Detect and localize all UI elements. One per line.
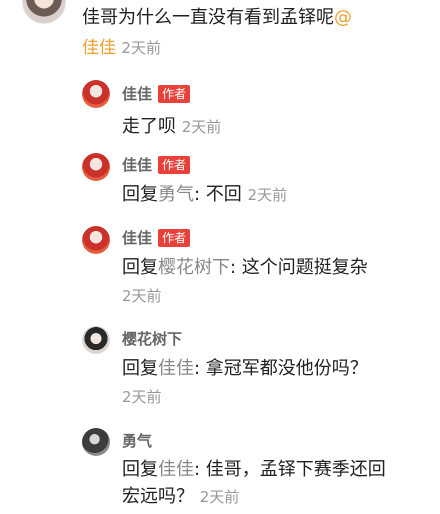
author-badge: 作者 — [158, 85, 191, 103]
author-avatar-icon[interactable] — [82, 226, 110, 254]
reply-body-continued: 宏远吗？ — [122, 486, 194, 507]
reply-body: 走了呗 — [122, 116, 176, 137]
reply-author-name[interactable]: 樱花树下 — [122, 328, 182, 349]
reply-text: 走了呗 2天前 — [122, 113, 221, 141]
reply-time: 2天前 — [247, 186, 288, 204]
reply-text: 回复佳佳: 佳哥，孟铎下赛季还回 — [122, 456, 386, 484]
reply-time: 2天前 — [122, 287, 162, 305]
reply-item[interactable]: 佳佳 作者 回复勇气: 不回 2天前 — [0, 153, 440, 213]
reply-text: 回复樱花树下: 这个问题挺复杂 — [122, 254, 368, 282]
reply-prefix: 回复 — [122, 257, 158, 278]
author-avatar-icon[interactable] — [82, 80, 110, 108]
top-comment-meta: 佳佳 2天前 — [82, 33, 161, 58]
reply-text-continued: 宏远吗？ 2天前 — [122, 483, 239, 511]
reply-target-user[interactable]: 佳佳 — [158, 358, 194, 379]
reply-item[interactable]: 佳佳 作者 回复樱花树下: 这个问题挺复杂 2天前 — [0, 226, 440, 306]
reply-body: : 拿冠军都没他份吗？ — [194, 358, 368, 379]
commenter-avatar[interactable] — [22, 0, 66, 24]
top-comment-text: 佳哥为什么一直没有看到孟铎呢@ — [82, 3, 352, 29]
reply-text: 回复勇气: 不回 2天前 — [122, 181, 287, 209]
reply-name-text: 佳佳 — [122, 156, 153, 174]
comment-time: 2天前 — [121, 39, 161, 57]
reply-author-name[interactable]: 佳佳 作者 — [122, 227, 191, 248]
author-badge: 作者 — [158, 156, 191, 174]
reply-author-name[interactable]: 佳佳 作者 — [122, 154, 191, 175]
reply-name-text: 佳佳 — [122, 229, 153, 247]
user-avatar-icon[interactable] — [82, 428, 110, 456]
top-comment[interactable]: 佳哥为什么一直没有看到孟铎呢@ 佳佳 2天前 — [0, 0, 440, 60]
reply-author-name[interactable]: 佳佳 作者 — [122, 83, 191, 104]
comment-author-name[interactable]: 佳佳 — [82, 38, 116, 58]
reply-target-user[interactable]: 勇气 — [158, 184, 194, 205]
reply-time: 2天前 — [181, 118, 222, 136]
reply-prefix: 回复 — [122, 184, 158, 205]
reply-item[interactable]: 佳佳 作者 走了呗 2天前 — [0, 80, 440, 140]
reply-body: : 佳哥，孟铎下赛季还回 — [194, 459, 386, 480]
reply-time: 2天前 — [199, 488, 240, 506]
author-badge: 作者 — [158, 229, 191, 247]
reply-target-user[interactable]: 佳佳 — [158, 459, 194, 480]
reply-prefix: 回复 — [122, 459, 158, 480]
reply-item[interactable]: 勇气 回复佳佳: 佳哥，孟铎下赛季还回 宏远吗？ 2天前 — [0, 426, 440, 514]
user-avatar-icon[interactable] — [82, 326, 110, 354]
mention-at-icon[interactable]: @ — [334, 7, 352, 28]
comment-body: 佳哥为什么一直没有看到孟铎呢 — [82, 7, 334, 28]
reply-prefix: 回复 — [122, 358, 158, 379]
reply-name-text: 佳佳 — [122, 85, 153, 103]
reply-body: : 这个问题挺复杂 — [230, 257, 368, 278]
reply-time: 2天前 — [122, 388, 162, 406]
reply-author-name[interactable]: 勇气 — [122, 430, 152, 451]
author-avatar-icon[interactable] — [82, 153, 110, 181]
reply-body: : 不回 — [194, 184, 242, 205]
reply-item[interactable]: 樱花树下 回复佳佳: 拿冠军都没他份吗？ 2天前 — [0, 326, 440, 406]
reply-text: 回复佳佳: 拿冠军都没他份吗？ — [122, 355, 368, 383]
reply-target-user[interactable]: 樱花树下 — [158, 257, 230, 278]
